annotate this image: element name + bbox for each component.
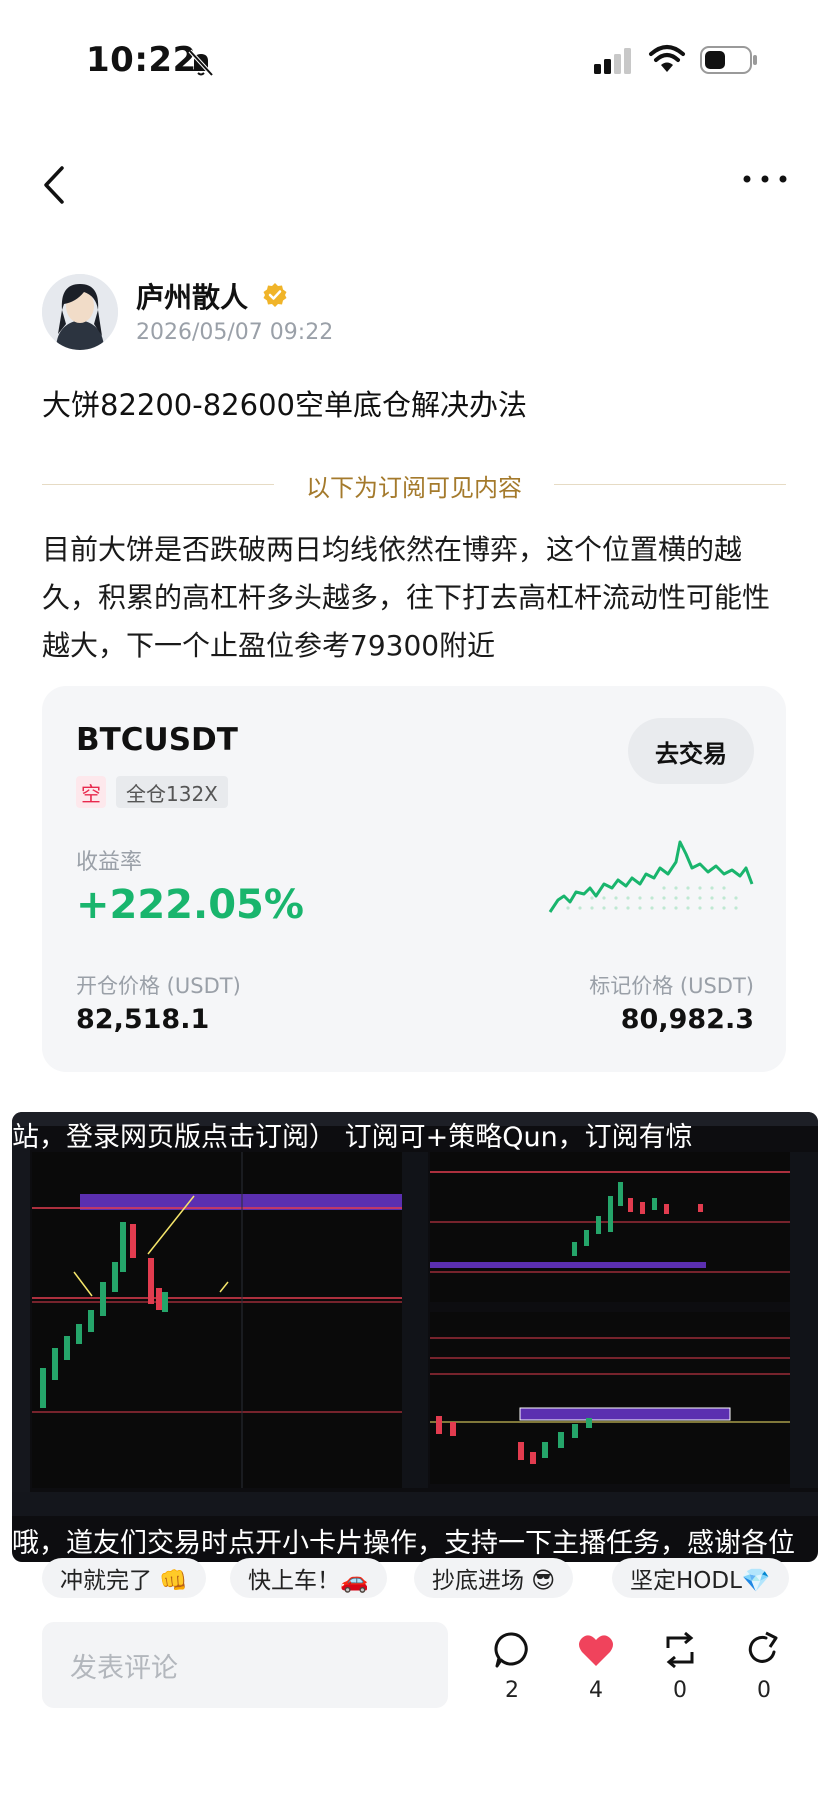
reaction-chip[interactable]: 抄底进场 😎 [414, 1558, 574, 1598]
quick-reactions: 冲就完了 👊 快上车！🚗 抄底进场 😎 坚定HODL💎 [42, 1556, 828, 1600]
avatar-portrait-icon [42, 274, 118, 350]
avatar[interactable] [42, 274, 118, 350]
trade-card[interactable]: BTCUSDT 去交易 空 全仓132X 收益率 +222.05% 开仓价格 (… [42, 686, 786, 1072]
signal-icon [594, 48, 631, 74]
comment-button[interactable]: 2 [482, 1630, 542, 1720]
chart-overlay-text-top: 站，登录网页版点击订阅） 订阅可+策略Qun，订阅有惊 [12, 1122, 693, 1153]
wifi-icon [649, 45, 685, 72]
comment-input[interactable]: 发表评论 [42, 1622, 448, 1708]
post-timestamp: 2026/05/07 09:22 [136, 320, 334, 345]
direction-tag: 空 [76, 776, 106, 808]
like-count: 4 [589, 1678, 603, 1703]
pnl-sparkline [548, 840, 754, 913]
author-header: 庐州散人 2026/05/07 09:22 [42, 274, 782, 354]
repost-icon [666, 1631, 694, 1669]
author-name[interactable]: 庐州散人 [136, 276, 248, 316]
status-bar: 10:22 [0, 0, 828, 120]
comment-bubble-icon [494, 1632, 528, 1668]
divider-text: 以下为订阅可见内容 [306, 474, 522, 502]
verified-badge-icon [263, 283, 287, 307]
reaction-chip[interactable]: 冲就完了 👊 [42, 1558, 206, 1598]
repost-button[interactable]: 0 [650, 1630, 710, 1720]
comment-count: 2 [505, 1678, 519, 1703]
more-options-icon[interactable] [742, 172, 788, 186]
reaction-chip[interactable]: 坚定HODL💎 [612, 1558, 789, 1598]
bottom-action-bar: 发表评论 2 4 0 0 [0, 1622, 828, 1742]
battery-icon [700, 46, 757, 74]
mark-price-value: 80,982.3 [620, 1004, 754, 1035]
share-arrow-icon [748, 1631, 778, 1663]
post-body: 目前大饼是否跌破两日均线依然在博弈，这个位置横的越久，积累的高杠杆多头越多，往下… [42, 533, 771, 662]
mark-price-label: 标记价格 (USDT) [589, 974, 754, 998]
repost-count: 0 [673, 1678, 687, 1703]
bell-muted-icon [188, 49, 214, 77]
share-button[interactable]: 0 [734, 1630, 794, 1720]
candlestick-charts-picture [12, 1112, 818, 1516]
status-time: 10:22 [86, 40, 197, 80]
chart-screenshot-image[interactable]: 站，登录网页版点击订阅） 订阅可+策略Qun，订阅有惊 哦，道友们交易时点开小卡… [12, 1112, 818, 1562]
go-trade-button[interactable]: 去交易 [628, 718, 754, 784]
roi-value: +222.05% [76, 882, 304, 928]
nav-bar [0, 160, 828, 210]
heart-icon [579, 1635, 613, 1666]
leverage-tag: 全仓132X [116, 776, 228, 808]
like-button[interactable]: 4 [566, 1630, 626, 1720]
trade-symbol: BTCUSDT [76, 722, 238, 758]
roi-label: 收益率 [76, 850, 143, 875]
divider-line-right [554, 484, 786, 485]
open-price-label: 开仓价格 (USDT) [76, 974, 241, 998]
share-count: 0 [757, 1678, 771, 1703]
open-price-value: 82,518.1 [76, 1004, 210, 1035]
subscriber-divider: 以下为订阅可见内容 [42, 466, 786, 502]
post-title: 大饼82200-82600空单底仓解决办法 [42, 388, 527, 422]
back-arrow-icon[interactable] [40, 164, 70, 206]
reaction-chip[interactable]: 快上车！🚗 [230, 1558, 387, 1598]
